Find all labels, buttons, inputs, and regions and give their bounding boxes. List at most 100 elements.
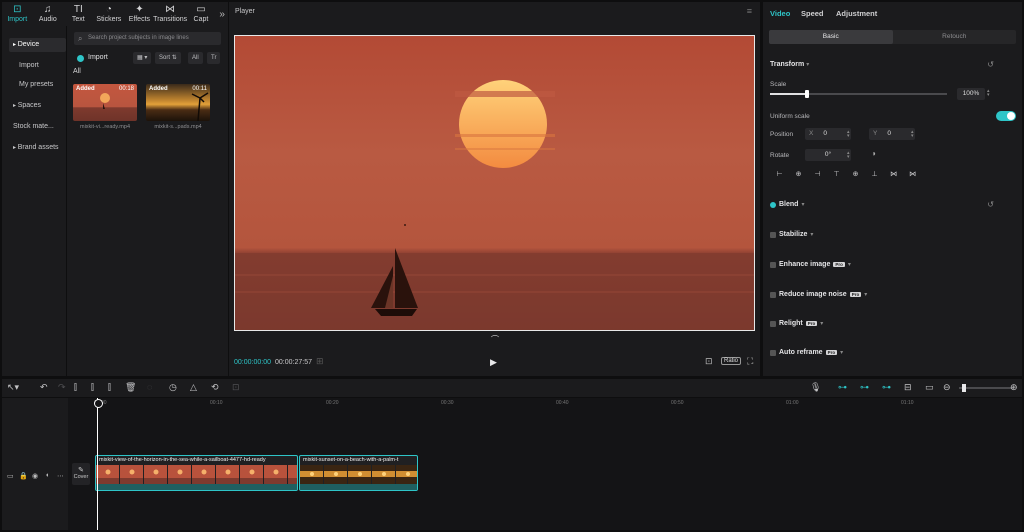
transform-title[interactable]: Transform ▾ [770,61,809,68]
tab-video[interactable]: Video [770,9,790,18]
timeline-zoom-slider[interactable] [959,384,1013,392]
align-icon-8[interactable]: ⋈ [903,170,922,178]
tab-speed[interactable]: Speed [801,9,824,18]
position-y-stepper[interactable]: ▴ ▾ [911,130,918,139]
import-media-button[interactable]: Import [77,52,108,64]
preview-canvas[interactable] [234,35,755,331]
checkbox[interactable] [770,201,776,208]
tool-audio[interactable]: ♫ Audio [33,2,64,26]
link-clips-icon[interactable]: ⊶ [860,382,869,393]
media-thumbnail-2[interactable]: Added 00:11 [146,84,210,121]
position-y-input[interactable]: Y0 [869,128,915,140]
playhead[interactable] [94,398,103,530]
split-icon[interactable]: ⫿ [74,382,77,393]
select-tool-icon[interactable]: ↖▾ [7,382,19,393]
position-x-stepper[interactable]: ▴ ▾ [847,130,854,139]
media-thumbnail-1[interactable]: Added 00:18 [73,84,137,121]
play-button[interactable]: ▶ [490,357,497,368]
align-icon-7[interactable]: ⋈ [884,170,903,178]
align-icon-2[interactable]: ⊕ [789,170,808,178]
checkbox[interactable] [770,291,776,298]
rotate-stepper[interactable]: ▴ ▾ [847,151,854,160]
player-menu-icon[interactable]: ≡ [747,6,752,16]
split-track-icon[interactable]: ⊟ [904,382,912,393]
time-ruler[interactable]: 00:0000:1000:2000:3000:4000:5001:0001:10 [94,398,1022,410]
link-main-track-icon[interactable]: ⊶ [838,382,847,393]
section-relight[interactable]: Relight Pro ▾ [770,320,823,327]
tab-adjustment[interactable]: Adjustment [836,9,877,18]
uniform-scale-toggle[interactable] [996,111,1016,121]
checkbox[interactable] [770,261,776,268]
nav-item-spaces[interactable]: Spaces [9,99,66,113]
rotate-icon[interactable]: ⟲ [211,382,219,393]
segment-basic[interactable]: Basic [769,30,893,44]
zoom-in-icon[interactable]: ⊕ [1010,382,1018,393]
mute-icon[interactable]: ◖ [45,472,49,479]
nav-item-stock-mate[interactable]: Stock mate... [9,120,66,134]
scale-stepper[interactable]: ▴ ▾ [987,89,994,98]
checkbox[interactable] [770,320,776,327]
speed-icon[interactable]: ◷ [169,382,177,393]
view-grid-button[interactable]: ▦ ▾ [133,52,152,64]
lock-icon[interactable]: 🔒 [19,472,28,480]
position-x-input[interactable]: X0 [805,128,851,140]
split-left-icon[interactable]: ⫿ [91,382,94,393]
checkbox[interactable] [770,231,776,238]
microphone-icon[interactable]: 🎙 [810,382,821,393]
nav-item-my-presets[interactable]: My presets [9,78,66,92]
align-icon-1[interactable]: ⊢ [770,170,789,178]
delete-icon[interactable]: 🗑 [125,382,136,393]
crop-tool-icon[interactable]: ⊡ [232,382,240,393]
rotate-input[interactable]: 0° [805,149,851,161]
align-icon-6[interactable]: ⊥ [865,170,884,178]
filter-all-button[interactable]: All [188,52,203,64]
tool-capt[interactable]: ▭ Capt [186,2,217,26]
crop-icon[interactable]: ⊡ [705,356,713,367]
snap-icon[interactable]: ⊶ [882,382,891,393]
tool-import[interactable]: ⊡ Import [2,2,33,26]
cover-button[interactable]: ✎ Cover [72,463,90,485]
section-blend[interactable]: Blend ▾ [770,201,804,208]
more-tools-icon[interactable]: » [216,2,228,26]
align-icon-3[interactable]: ⊣ [808,170,827,178]
section-auto-reframe[interactable]: Auto reframe Pro ▾ [770,349,843,356]
tool-stickers[interactable]: ◔ Stickers [94,2,125,26]
mirror-icon[interactable]: △ [190,382,197,393]
fullscreen-icon[interactable]: ⛶ [747,356,753,367]
nav-item-device[interactable]: Device [9,38,66,52]
align-icon-5[interactable]: ⊕ [846,170,865,178]
timecode-format-icon[interactable]: ⊞ [316,356,324,367]
text-filter-button[interactable]: Tr [207,52,221,64]
freeze-icon[interactable]: ◌ [147,382,152,392]
preview-handle-icon[interactable]: ⌒ [491,334,499,345]
preview-axis-icon[interactable]: ▭ [925,382,934,393]
scale-slider[interactable] [770,90,947,98]
nav-item-brand-assets[interactable]: Brand assets [9,141,66,155]
scale-slider-handle[interactable] [805,90,810,98]
sort-button[interactable]: Sort ⇅ [155,52,181,64]
tool-text[interactable]: TI Text [63,2,94,26]
nav-item-import[interactable]: Import [9,59,66,73]
reset-blend-icon[interactable]: ↺ [987,200,994,209]
undo-icon[interactable]: ↶ [40,382,48,393]
rotate-dial-icon[interactable]: ◑ [871,149,876,158]
more-icon[interactable]: ⋯ [57,472,64,480]
reset-transform-icon[interactable]: ↺ [987,60,994,69]
tool-effects[interactable]: ✦ Effects [124,2,155,26]
section-enhance-image[interactable]: Enhance image Pro ▾ [770,261,851,268]
scale-value-input[interactable]: 100% [957,88,985,100]
section-stabilize[interactable]: Stabilize ▾ [770,231,813,238]
redo-icon[interactable]: ↷ [58,382,66,393]
tool-transitions[interactable]: ⋈ Transitions [153,2,187,26]
align-icon-4[interactable]: ⊤ [827,170,846,178]
zoom-slider-handle[interactable] [961,384,966,392]
split-right-icon[interactable]: ⫿ [108,382,111,393]
segment-retouch[interactable]: Retouch [893,30,1017,44]
visibility-icon[interactable]: ◉ [32,472,38,480]
checkbox[interactable] [770,349,776,356]
media-search-input[interactable]: Search project subjects in image lines [74,32,221,45]
ratio-button[interactable]: Ratio [721,357,742,365]
section-reduce-image-noise[interactable]: Reduce image noise Pro ▾ [770,291,867,298]
video-clip-1[interactable]: mixkit-view-of-the-horizon-in-the-sea-wh… [95,455,298,491]
video-clip-2[interactable]: mixkit-sunset-on-a-beach-with-a-palm-t [299,455,418,491]
